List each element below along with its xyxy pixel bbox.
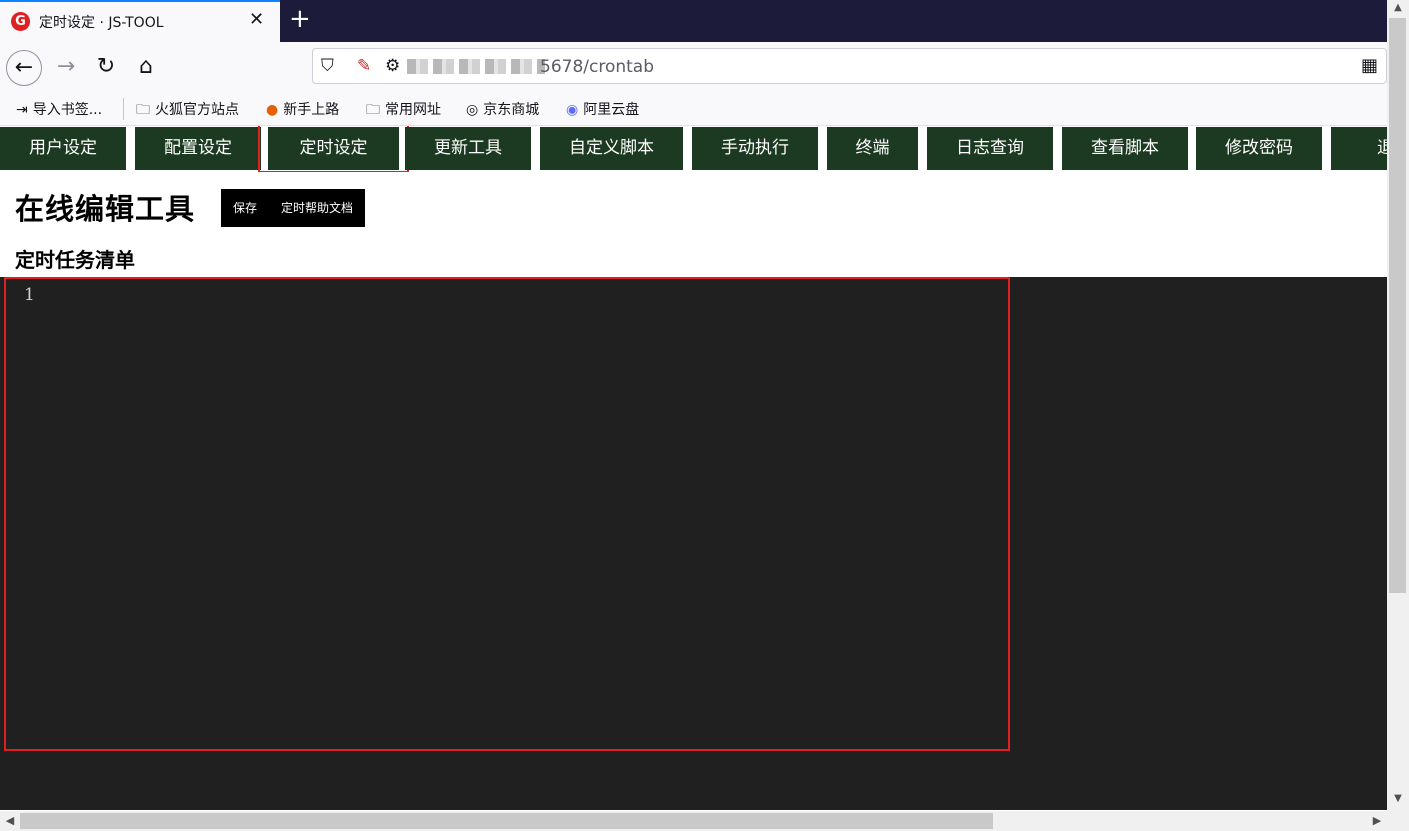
browser-tab-active[interactable]: G 定时设定 · JS-TOOL ✕ xyxy=(0,0,280,42)
scroll-right-arrow-icon[interactable]: ▶ xyxy=(1367,811,1387,831)
save-button[interactable]: 保存 xyxy=(221,189,269,227)
bookmark-import[interactable]: ⇥ 导入书签... xyxy=(16,99,102,119)
vertical-scroll-thumb[interactable] xyxy=(1389,18,1406,593)
bookmark-jd[interactable]: ◎ 京东商城 xyxy=(466,99,539,119)
menu-item-log-query[interactable]: 日志查询 xyxy=(927,127,1053,170)
bookmark-label: 京东商城 xyxy=(483,102,540,118)
vertical-scrollbar[interactable]: ▲ ▼ xyxy=(1387,0,1409,811)
url-redacted-host xyxy=(407,59,545,74)
new-tab-icon[interactable]: + xyxy=(289,4,311,34)
bookmark-aliyun-drive[interactable]: ◉ 阿里云盘 xyxy=(566,99,639,119)
horizontal-scrollbar[interactable]: ◀ ▶ xyxy=(0,811,1387,831)
site-favicon-icon: G xyxy=(11,12,30,31)
menu-item-config-settings[interactable]: 配置设定 xyxy=(135,127,261,170)
bookmark-common-sites[interactable]: 🗀 常用网址 xyxy=(366,99,441,123)
scroll-up-arrow-icon[interactable]: ▲ xyxy=(1387,0,1409,16)
menu-item-user-settings[interactable]: 用户设定 xyxy=(0,127,126,170)
bookmark-label: 火狐官方站点 xyxy=(155,102,239,118)
menu-item-custom-script[interactable]: 自定义脚本 xyxy=(540,127,683,170)
cron-help-button[interactable]: 定时帮助文档 xyxy=(269,189,365,227)
bookmark-label: 导入书签... xyxy=(32,102,103,118)
folder-icon: 🗀 xyxy=(366,102,380,118)
qr-code-icon[interactable]: ▦ xyxy=(1361,55,1378,76)
bookmarks-toolbar: ⇥ 导入书签... 🗀 火狐官方站点 ● 新手上路 🗀 常用网址 ◎ 京东商城 ◉ 阿里云盘 xyxy=(0,92,1387,126)
bookmark-label: 新手上路 xyxy=(283,102,340,118)
menu-item-view-script[interactable]: 查看脚本 xyxy=(1062,127,1188,170)
scrollbar-corner xyxy=(1387,811,1409,831)
url-text[interactable]: 5678/crontab xyxy=(540,57,654,77)
menu-item-manual-run[interactable]: 手动执行 xyxy=(692,127,818,170)
globe-icon: ◎ xyxy=(466,102,479,118)
line-number: 1 xyxy=(24,285,35,305)
menu-item-logout[interactable]: 退出 xyxy=(1331,127,1387,170)
action-button-group: 保存 定时帮助文档 xyxy=(221,189,366,227)
aliyun-drive-icon: ◉ xyxy=(566,102,579,118)
shield-icon[interactable]: ⛉ xyxy=(321,56,334,76)
bookmark-getting-started[interactable]: ● 新手上路 xyxy=(266,99,339,119)
reload-button[interactable]: ↻ xyxy=(91,52,121,82)
navigation-toolbar: ← → ↻ ⌂ ⛉ ✎ ⚙ 5678/crontab ▦ xyxy=(0,42,1387,92)
main-menu: 用户设定 配置设定 定时设定 更新工具 自定义脚本 手动执行 终端 日志查询 查… xyxy=(0,126,1387,172)
page-title: 在线编辑工具 xyxy=(15,192,196,226)
menu-item-change-password[interactable]: 修改密码 xyxy=(1196,127,1322,170)
bookmark-label: 常用网址 xyxy=(385,102,441,118)
import-icon: ⇥ xyxy=(16,102,28,118)
home-button[interactable]: ⌂ xyxy=(131,52,161,82)
tab-title: 定时设定 · JS-TOOL xyxy=(39,15,164,31)
firefox-icon: ● xyxy=(266,102,279,118)
menu-item-cron-settings[interactable]: 定时设定 xyxy=(258,126,409,172)
folder-icon: 🗀 xyxy=(136,102,150,118)
address-bar[interactable]: ⛉ ✎ ⚙ 5678/crontab ▦ xyxy=(312,48,1387,84)
bookmark-firefox-site[interactable]: 🗀 火狐官方站点 xyxy=(136,99,239,123)
camera-blocked-icon[interactable]: ✎ xyxy=(357,56,371,76)
menu-item-terminal[interactable]: 终端 xyxy=(827,127,918,170)
code-editor[interactable]: 1 xyxy=(4,277,1010,751)
menu-item-update-tool[interactable]: 更新工具 xyxy=(405,127,531,170)
horizontal-scroll-thumb[interactable] xyxy=(20,813,993,829)
permissions-icon[interactable]: ⚙ xyxy=(385,56,400,76)
close-tab-icon[interactable]: ✕ xyxy=(249,9,264,30)
bookmark-label: 阿里云盘 xyxy=(583,102,640,118)
scroll-left-arrow-icon[interactable]: ◀ xyxy=(0,811,20,831)
bookmark-separator xyxy=(123,98,124,120)
forward-button[interactable]: → xyxy=(51,52,81,82)
back-button[interactable]: ← xyxy=(6,50,42,86)
tab-strip: G 定时设定 · JS-TOOL ✕ + xyxy=(0,0,1387,42)
scroll-down-arrow-icon[interactable]: ▼ xyxy=(1387,791,1409,807)
section-title: 定时任务清单 xyxy=(15,248,135,272)
